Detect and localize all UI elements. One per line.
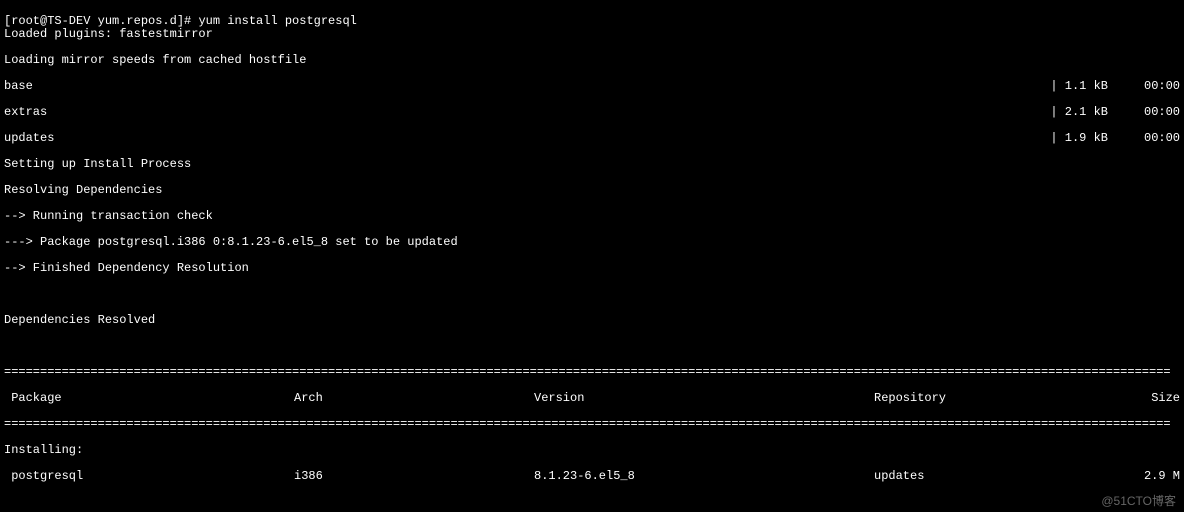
repo-name: extras <box>4 106 47 119</box>
rule-double: ========================================… <box>4 366 1180 379</box>
col-repository: Repository <box>874 392 1151 405</box>
col-package: Package <box>4 392 294 405</box>
blank-line <box>4 340 1180 353</box>
repo-size: | 1.9 kB 00:00 <box>1050 132 1180 145</box>
col-size: Size <box>1151 392 1180 405</box>
cell-package: postgresql <box>4 470 294 483</box>
watermark: @51CTO博客 <box>1101 495 1176 508</box>
output-line: Setting up Install Process <box>4 158 1180 171</box>
cell-size: 2.9 M <box>1144 470 1180 483</box>
repo-row: updates | 1.9 kB 00:00 <box>4 132 1180 145</box>
col-arch: Arch <box>294 392 534 405</box>
output-line: --> Finished Dependency Resolution <box>4 262 1180 275</box>
repo-name: base <box>4 80 33 93</box>
output-line: Installing: <box>4 444 1180 457</box>
table-header: PackageArchVersionRepositorySize <box>4 392 1180 405</box>
output-line: Loaded plugins: fastestmirror <box>4 28 1180 41</box>
repo-name: updates <box>4 132 54 145</box>
rule-double: ========================================… <box>4 418 1180 431</box>
terminal[interactable]: [root@TS-DEV yum.repos.d]# yum install p… <box>0 0 1184 512</box>
repo-row: base | 1.1 kB 00:00 <box>4 80 1180 93</box>
table-row: postgresqli3868.1.23-6.el5_8updates2.9 M <box>4 470 1180 483</box>
repo-size: | 2.1 kB 00:00 <box>1050 106 1180 119</box>
cell-arch: i386 <box>294 470 534 483</box>
repo-row: extras | 2.1 kB 00:00 <box>4 106 1180 119</box>
output-line: ---> Package postgresql.i386 0:8.1.23-6.… <box>4 236 1180 249</box>
col-version: Version <box>534 392 874 405</box>
cell-version: 8.1.23-6.el5_8 <box>534 470 874 483</box>
repo-size: | 1.1 kB 00:00 <box>1050 80 1180 93</box>
blank-line <box>4 496 1180 509</box>
prompt: [root@TS-DEV yum.repos.d]# <box>4 14 198 28</box>
command-text: yum install postgresql <box>198 14 356 28</box>
output-line: Loading mirror speeds from cached hostfi… <box>4 54 1180 67</box>
output-line: Dependencies Resolved <box>4 314 1180 327</box>
output-line: Resolving Dependencies <box>4 184 1180 197</box>
cell-repository: updates <box>874 470 1144 483</box>
blank-line <box>4 288 1180 301</box>
output-line: --> Running transaction check <box>4 210 1180 223</box>
